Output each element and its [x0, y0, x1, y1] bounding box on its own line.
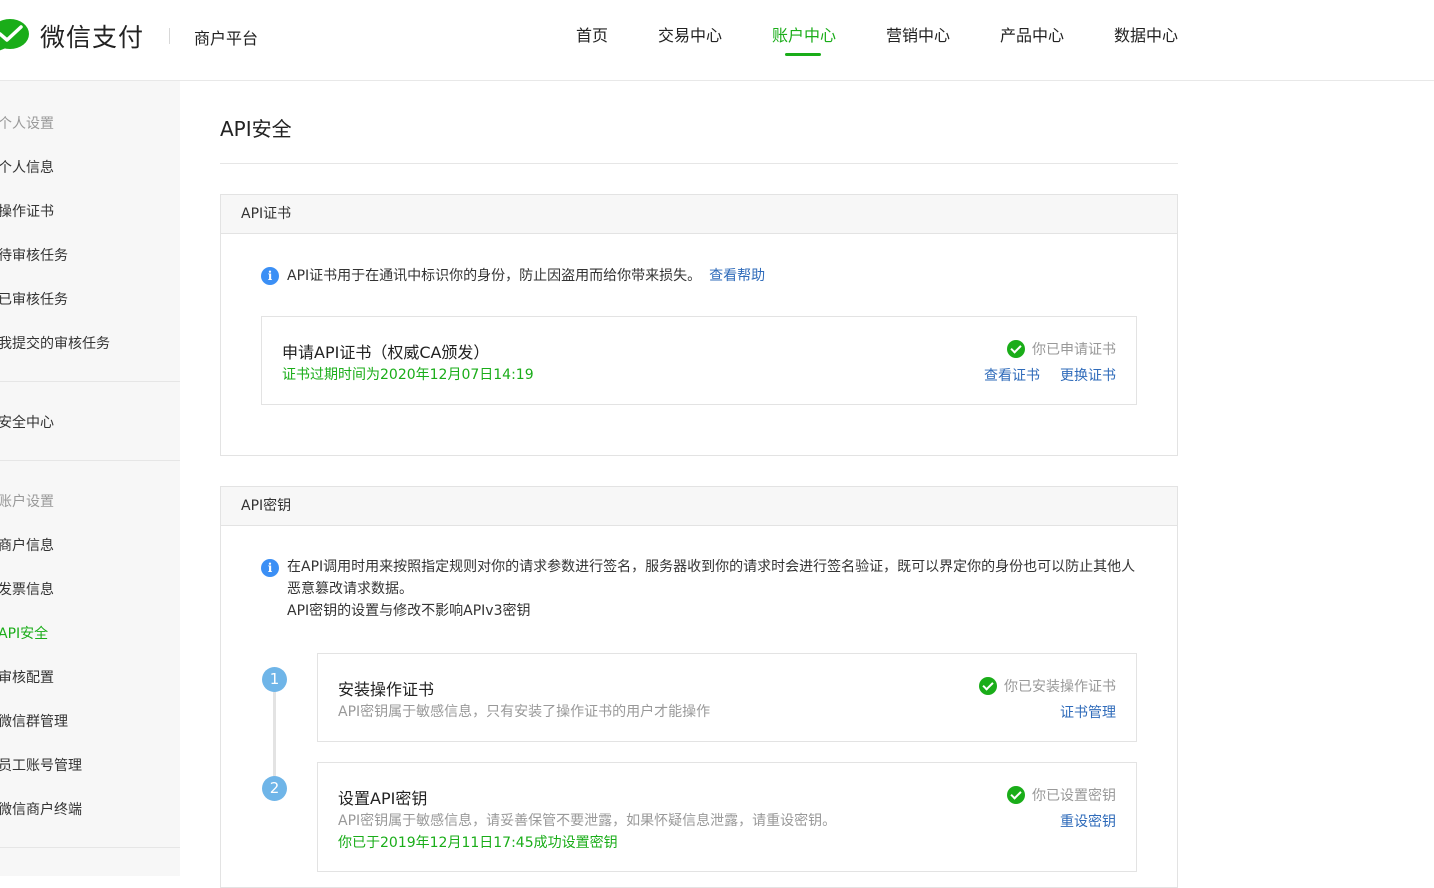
step-title: 安装操作证书	[338, 680, 435, 699]
cert-info-label: API证书用于在通讯中标识你的身份，防止因盗用而给你带来损失。	[287, 268, 702, 284]
sidebar-group-account: 账户设置	[0, 494, 54, 510]
step-number-badge: 2	[262, 776, 287, 801]
check-circle-icon	[1007, 340, 1025, 358]
nav-marketing[interactable]: 营销中心	[886, 22, 950, 46]
title-divider	[220, 163, 1178, 164]
sidebar-item-merchant-terminal[interactable]: 微信商户终端	[0, 799, 82, 819]
api-key-panel: API密钥 i 在API调用时用来按照指定规则对你的请求参数进行签名，服务器收到…	[220, 486, 1178, 888]
key-set-time-note: 你已于2019年12月11日17:45成功设置密钥	[338, 835, 618, 851]
cert-management-link[interactable]: 证书管理	[1060, 702, 1116, 722]
top-header: 微信支付 商户平台 首页 交易中心 账户中心 营销中心 产品中心 数据中心	[0, 0, 1434, 81]
brand-name[interactable]: 微信支付	[40, 18, 144, 54]
sidebar-item-personal-info[interactable]: 个人信息	[0, 157, 54, 177]
nav-account-center[interactable]: 账户中心	[772, 22, 836, 46]
sidebar-divider	[0, 460, 180, 461]
step-number-badge: 1	[262, 667, 287, 692]
info-icon: i	[261, 559, 279, 577]
sidebar-item-merchant-info[interactable]: 商户信息	[0, 535, 54, 555]
panel-header: API密钥	[221, 487, 1177, 526]
nav-products[interactable]: 产品中心	[1000, 22, 1064, 46]
cert-status-label: 你已申请证书	[1032, 342, 1116, 358]
sidebar-divider	[0, 381, 180, 382]
sidebar: 个人设置 个人信息 操作证书 待审核任务 已审核任务 我提交的审核任务 安全中心…	[0, 81, 180, 876]
step-title: 设置API密钥	[338, 789, 428, 808]
sidebar-item-my-submitted[interactable]: 我提交的审核任务	[0, 333, 110, 353]
step-status: 你已安装操作证书	[979, 676, 1116, 696]
cert-expiry-text: 证书过期时间为2020年12月07日14:19	[282, 367, 534, 383]
sidebar-item-review-config[interactable]: 审核配置	[0, 667, 54, 687]
api-cert-panel: API证书 i API证书用于在通讯中标识你的身份，防止因盗用而给你带来损失。查…	[220, 194, 1178, 456]
key-info-line3: API密钥的设置与修改不影响APIv3密钥	[287, 603, 531, 619]
key-info-line2: 恶意篡改请求数据。	[287, 581, 413, 597]
cert-status: 你已申请证书	[1007, 339, 1116, 359]
key-info-line1: 在API调用时用来按照指定规则对你的请求参数进行签名，服务器收到你的请求时会进行…	[287, 559, 1136, 575]
sidebar-divider	[0, 847, 180, 848]
sidebar-item-reviewed[interactable]: 已审核任务	[0, 289, 68, 309]
panel-header: API证书	[221, 195, 1177, 234]
view-help-link[interactable]: 查看帮助	[709, 268, 765, 284]
step-card-set-key: 设置API密钥 API密钥属于敏感信息，请妥善保管不要泄露，如果怀疑信息泄露，请…	[317, 762, 1137, 872]
nav-transactions[interactable]: 交易中心	[658, 22, 722, 46]
sidebar-item-pending-review[interactable]: 待审核任务	[0, 245, 68, 265]
step-desc: API密钥属于敏感信息，请妥善保管不要泄露，如果怀疑信息泄露，请重设密钥。	[338, 813, 837, 829]
reset-key-link[interactable]: 重设密钥	[1060, 811, 1116, 831]
step-desc: API密钥属于敏感信息，只有安装了操作证书的用户才能操作	[338, 704, 711, 720]
view-cert-link[interactable]: 查看证书	[984, 365, 1040, 385]
nav-home[interactable]: 首页	[576, 22, 608, 46]
check-circle-icon	[1007, 786, 1025, 804]
sidebar-group-personal: 个人设置	[0, 116, 54, 132]
replace-cert-link[interactable]: 更换证书	[1060, 365, 1116, 385]
check-circle-icon	[979, 677, 997, 695]
info-icon: i	[261, 267, 279, 285]
nav-data[interactable]: 数据中心	[1114, 22, 1178, 46]
step-status: 你已设置密钥	[1007, 785, 1116, 805]
step-status-label: 你已安装操作证书	[1004, 679, 1116, 695]
step-connector	[273, 691, 276, 787]
cert-info-text: API证书用于在通讯中标识你的身份，防止因盗用而给你带来损失。 查看帮助	[287, 265, 765, 287]
wechat-pay-logo-icon	[0, 19, 29, 51]
cert-card: 申请API证书（权威CA颁发） 证书过期时间为2020年12月07日14:19 …	[261, 316, 1137, 405]
sidebar-item-staff-accounts[interactable]: 员工账号管理	[0, 755, 82, 775]
sidebar-item-wechat-group[interactable]: 微信群管理	[0, 711, 68, 731]
nav-active-underline	[785, 53, 821, 56]
step-card-install-cert: 安装操作证书 API密钥属于敏感信息，只有安装了操作证书的用户才能操作 你已安装…	[317, 653, 1137, 742]
brand-divider	[169, 28, 170, 44]
cert-card-title: 申请API证书（权威CA颁发）	[282, 343, 490, 362]
step-status-label: 你已设置密钥	[1032, 788, 1116, 804]
sidebar-item-invoice-info[interactable]: 发票信息	[0, 579, 54, 599]
platform-name: 商户平台	[194, 29, 259, 48]
sidebar-item-operation-cert[interactable]: 操作证书	[0, 201, 54, 221]
page-title: API安全	[220, 117, 292, 141]
sidebar-item-api-security[interactable]: API安全	[0, 623, 48, 643]
key-info-text: 在API调用时用来按照指定规则对你的请求参数进行签名，服务器收到你的请求时会进行…	[287, 556, 1147, 622]
sidebar-item-security-center[interactable]: 安全中心	[0, 412, 54, 432]
